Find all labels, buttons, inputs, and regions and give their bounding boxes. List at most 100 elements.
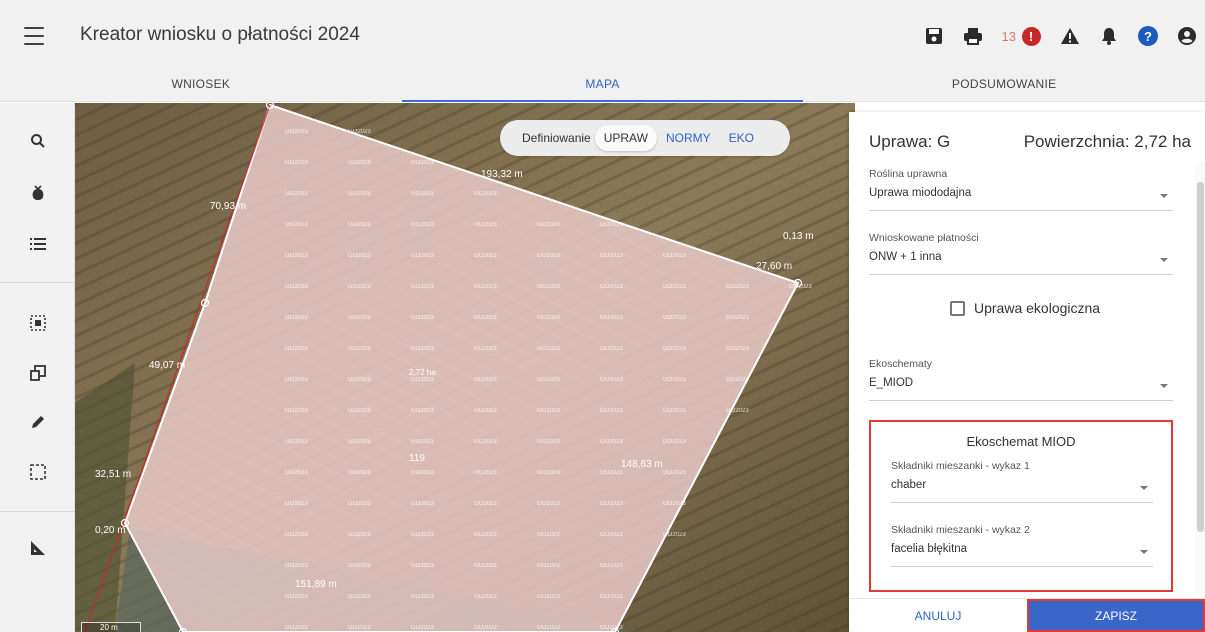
map-watermark: GO2023 — [600, 501, 623, 507]
panel-body: Roślina uprawna Uprawa miododajna Wniosk… — [849, 162, 1195, 592]
map-watermark: GO2023 — [726, 346, 749, 352]
field-label: Wnioskowane płatności — [869, 232, 979, 244]
map-watermark: GO2023 — [348, 532, 371, 538]
warning-icon[interactable] — [1060, 26, 1080, 46]
save-button[interactable]: ZAPISZ — [1027, 599, 1205, 632]
alert-count: 13 — [1001, 28, 1016, 44]
ecoscheme-title: Ekoschemat MIOD — [966, 434, 1076, 449]
crop-title: Uprawa: G — [869, 132, 951, 151]
map-watermark: GO2023 — [600, 439, 623, 445]
map-watermark: GO2023 — [285, 284, 308, 290]
map-watermark: GO2023 — [600, 284, 623, 290]
edit-pencil-icon[interactable] — [25, 409, 51, 435]
map-watermark: GO2023 — [285, 315, 308, 321]
payments-select[interactable]: Wnioskowane płatności ONW + 1 inna — [869, 232, 1173, 275]
map-watermark: GO2023 — [348, 625, 371, 631]
chevron-down-icon — [1140, 550, 1148, 554]
segment-length-label: 70,93 m — [210, 201, 246, 212]
map-watermark: GO2023 — [537, 563, 560, 569]
map-watermark: GO2023 — [348, 439, 371, 445]
panel-scrollbar[interactable] — [1195, 162, 1205, 594]
map-watermark: GO2023 — [285, 439, 308, 445]
menu-icon[interactable] — [22, 24, 46, 48]
segment-length-label: 193,32 m — [481, 169, 523, 180]
mode-eko-button[interactable]: EKO — [720, 125, 763, 151]
ecoschemes-select[interactable]: Ekoschematy E_MIOD — [869, 358, 1173, 401]
map-watermark: GO2023 — [600, 470, 623, 476]
crop-plant-select[interactable]: Roślina uprawna Uprawa miododajna — [869, 168, 1173, 211]
map-watermark: GO2023 — [474, 346, 497, 352]
scrollbar-thumb[interactable] — [1197, 182, 1204, 532]
map-watermark: GO2023 — [537, 408, 560, 414]
map-watermark: GO2023 — [411, 253, 434, 259]
crop-icon[interactable] — [25, 181, 51, 207]
map-watermark: GO2023 — [726, 408, 749, 414]
select-area-icon[interactable] — [25, 310, 51, 336]
tab-wniosek[interactable]: WNIOSEK — [0, 68, 402, 101]
map-watermark: GO2023 — [411, 346, 434, 352]
search-icon[interactable] — [25, 128, 51, 154]
map-watermark: GO2023 — [285, 346, 308, 352]
map-watermark: GO2023 — [411, 377, 434, 383]
map-watermark: GO2023 — [474, 470, 497, 476]
field-underline — [869, 274, 1173, 275]
mode-label: Definiowanie — [522, 131, 591, 145]
map-watermark: GO2023 — [348, 284, 371, 290]
map-watermark: GO2023 — [411, 160, 434, 166]
map-watermark: GO2023 — [474, 439, 497, 445]
map-watermark: GO2023 — [411, 625, 434, 631]
segment-length-label: 0,20 m — [95, 525, 126, 536]
organic-checkbox-row[interactable]: Uprawa ekologiczna — [950, 300, 1100, 316]
mode-normy-button[interactable]: NORMY — [657, 125, 720, 151]
map-watermark: GO2023 — [600, 377, 623, 383]
map-watermark: GO2023 — [285, 563, 308, 569]
account-icon[interactable] — [1177, 26, 1197, 46]
toolbar-divider — [0, 282, 75, 283]
map-watermark: GO2023 — [348, 594, 371, 600]
help-icon[interactable]: ? — [1138, 26, 1158, 46]
error-icon[interactable]: ! — [1021, 26, 1041, 46]
map-watermark: GO2023 — [348, 315, 371, 321]
map-watermark: GO2023 — [348, 253, 371, 259]
list-icon[interactable] — [25, 231, 51, 257]
crop-panel: Uprawa: G Powierzchnia: 2,72 ha Roślina … — [849, 112, 1205, 632]
map-canvas[interactable]: GO2023 GO2023 GO2023 GO2023 GO2023 GO2023 GO20… — [75, 103, 855, 632]
mix-list-1-select[interactable]: Składniki mieszanki - wykaz 1 chaber — [891, 460, 1153, 503]
print-icon[interactable] — [963, 26, 983, 46]
map-watermark: GO2023 — [600, 315, 623, 321]
tab-mapa[interactable]: MAPA — [401, 68, 804, 102]
field-value: Uprawa miododajna — [869, 187, 972, 199]
map-watermark: GO2023 — [285, 377, 308, 383]
organic-checkbox[interactable] — [950, 300, 965, 316]
cancel-button[interactable]: ANULUJ — [849, 599, 1027, 632]
map-watermark: GO2023 — [348, 501, 371, 507]
map-watermark: GO2023 — [537, 470, 560, 476]
ecoscheme-miod-section: Ekoschemat MIOD Składniki mieszanki - wy… — [869, 420, 1173, 592]
map-toolbar — [0, 103, 75, 632]
bell-icon[interactable] — [1099, 26, 1119, 46]
mode-upraw-button[interactable]: UPRAW — [594, 125, 657, 151]
map-watermark: GO2023 — [600, 594, 623, 600]
map-watermark: GO2023 — [285, 129, 308, 135]
map-watermark: GO2023 — [474, 253, 497, 259]
map-watermark: GO2023 — [285, 532, 308, 538]
area-label: 2,72 ha — [409, 368, 436, 377]
segment-length-label: 27,60 m — [756, 261, 792, 272]
tab-podsumowanie[interactable]: PODSUMOWANIE — [803, 68, 1205, 101]
map-watermark: GO2023 — [600, 222, 623, 228]
panel-header: Uprawa: G Powierzchnia: 2,72 ha — [869, 132, 1191, 152]
field-underline — [869, 400, 1173, 401]
draw-area-icon[interactable] — [25, 459, 51, 485]
map-watermark: GO2023 — [474, 625, 497, 631]
field-value: E_MIOD — [869, 377, 914, 389]
map-watermark: GO2023 — [537, 222, 560, 228]
main-tabs: WNIOSEK MAPA PODSUMOWANIE — [0, 68, 1205, 102]
mix-list-2-select[interactable]: Składniki mieszanki - wykaz 2 facelia bł… — [891, 524, 1153, 567]
map-watermark: GO2023 — [600, 253, 623, 259]
copy-shape-icon[interactable] — [25, 360, 51, 386]
measure-icon[interactable] — [25, 535, 51, 561]
map-watermark: GO2023 — [537, 594, 560, 600]
map-view[interactable]: GO2023 GO2023 GO2023 GO2023 GO2023 GO2023 GO20… — [75, 103, 855, 632]
save-icon[interactable] — [924, 26, 944, 46]
map-watermark: GO2023 — [285, 501, 308, 507]
